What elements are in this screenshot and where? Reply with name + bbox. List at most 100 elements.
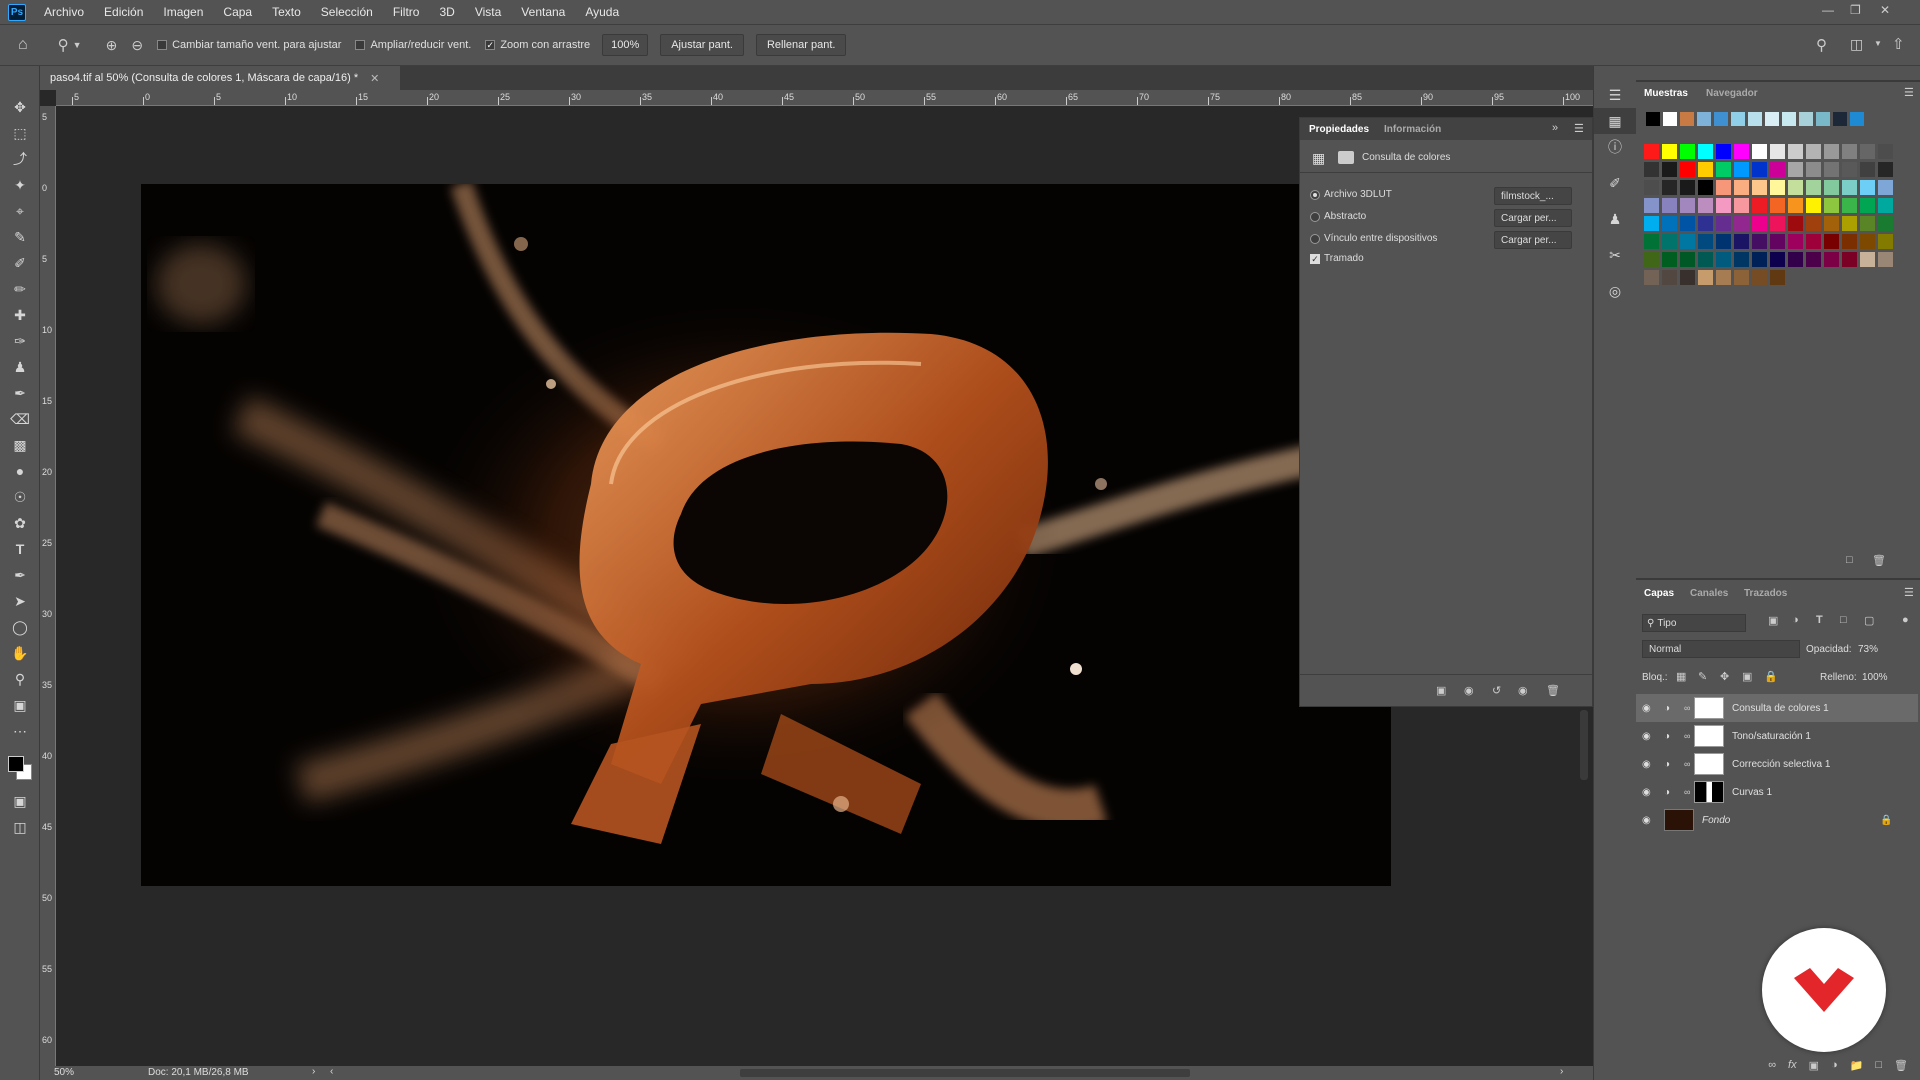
- ellipse-tool-icon[interactable]: ◯: [0, 614, 40, 640]
- swatch[interactable]: [1860, 198, 1875, 213]
- swatch[interactable]: [1680, 234, 1695, 249]
- swatch[interactable]: [1734, 216, 1749, 231]
- swatch[interactable]: [1697, 112, 1711, 126]
- swatch[interactable]: [1644, 180, 1659, 195]
- crop-tool-icon[interactable]: ⌖: [0, 198, 40, 224]
- swatch[interactable]: [1824, 234, 1839, 249]
- layer-row[interactable]: ◉ ◑ ∞ Tono/saturación 1: [1636, 722, 1918, 750]
- swatch[interactable]: [1770, 144, 1785, 159]
- eye-icon[interactable]: ◉: [1642, 759, 1664, 770]
- lock-artboard-icon[interactable]: ▣: [1742, 670, 1752, 683]
- lock-all-icon[interactable]: 🔒: [1764, 670, 1778, 683]
- swatch[interactable]: [1824, 144, 1839, 159]
- swatch[interactable]: [1716, 252, 1731, 267]
- tab-trazados[interactable]: Trazados: [1744, 588, 1787, 599]
- swatch[interactable]: [1799, 112, 1813, 126]
- dither-checkbox[interactable]: ✓: [1310, 254, 1320, 264]
- lasso-tool-icon[interactable]: ⤴: [0, 146, 40, 172]
- menu-imagen[interactable]: Imagen: [163, 5, 203, 19]
- swatch[interactable]: [1698, 252, 1713, 267]
- swatch[interactable]: [1806, 198, 1821, 213]
- swatch[interactable]: [1878, 144, 1893, 159]
- swatch[interactable]: [1752, 180, 1767, 195]
- swatch[interactable]: [1698, 270, 1713, 285]
- stamp-tool-icon[interactable]: ♟: [0, 354, 40, 380]
- swatch[interactable]: [1748, 112, 1762, 126]
- healing-tool-icon[interactable]: ✚: [0, 302, 40, 328]
- tab-capas[interactable]: Capas: [1644, 588, 1674, 599]
- swatch[interactable]: [1806, 162, 1821, 177]
- menu-texto[interactable]: Texto: [272, 5, 301, 19]
- restore-icon[interactable]: ❐: [1850, 3, 1861, 17]
- new-swatch-icon[interactable]: □: [1846, 554, 1853, 566]
- dodge-tool-icon[interactable]: ☉: [0, 484, 40, 510]
- swatch[interactable]: [1878, 234, 1893, 249]
- layer-row[interactable]: ◉ ◑ ∞ Consulta de colores 1: [1636, 694, 1918, 722]
- swatch[interactable]: [1842, 162, 1857, 177]
- swatch[interactable]: [1734, 162, 1749, 177]
- blur-tool-icon[interactable]: ●: [0, 458, 40, 484]
- abstract-dropdown[interactable]: Cargar per...: [1494, 209, 1572, 227]
- close-tab-icon[interactable]: ✕: [370, 72, 379, 85]
- swatch[interactable]: [1680, 180, 1695, 195]
- swatch[interactable]: [1878, 198, 1893, 213]
- filter-type-icon[interactable]: T: [1816, 614, 1823, 626]
- swatch[interactable]: [1734, 180, 1749, 195]
- swatch[interactable]: [1752, 162, 1767, 177]
- fill-screen-button[interactable]: Rellenar pant.: [755, 34, 847, 56]
- blend-mode-dropdown[interactable]: Normal: [1642, 640, 1800, 658]
- history-brush-icon[interactable]: ✒: [0, 380, 40, 406]
- swatch[interactable]: [1806, 252, 1821, 267]
- color-swatches[interactable]: [0, 744, 39, 788]
- link-icon[interactable]: ∞: [1684, 759, 1694, 769]
- filter-shape-icon[interactable]: □: [1840, 614, 1847, 626]
- add-mask-icon[interactable]: ▣: [1809, 1059, 1819, 1072]
- swatch[interactable]: [1788, 234, 1803, 249]
- filter-pixel-icon[interactable]: ▣: [1768, 614, 1778, 627]
- type-tool-icon[interactable]: T: [0, 536, 40, 562]
- swatch[interactable]: [1662, 234, 1677, 249]
- menu-capa[interactable]: Capa: [223, 5, 252, 19]
- layer-mask-icon[interactable]: [1338, 151, 1354, 164]
- eye-icon[interactable]: ◉: [1642, 731, 1664, 742]
- magic-wand-tool-icon[interactable]: ✦: [0, 172, 40, 198]
- view-previous-icon[interactable]: ◉: [1464, 684, 1474, 697]
- scroll-left-icon[interactable]: ‹: [330, 1066, 333, 1077]
- resize-windows-checkbox[interactable]: Cambiar tamaño vent. para ajustar: [157, 39, 341, 51]
- swatch[interactable]: [1716, 270, 1731, 285]
- swatch[interactable]: [1878, 162, 1893, 177]
- swatch[interactable]: [1644, 252, 1659, 267]
- swatch[interactable]: [1770, 252, 1785, 267]
- chevron-down-icon[interactable]: ▼: [73, 40, 82, 50]
- swatch[interactable]: [1770, 180, 1785, 195]
- swatch[interactable]: [1788, 162, 1803, 177]
- horizontal-scrollbar[interactable]: [740, 1069, 1190, 1077]
- swatch[interactable]: [1878, 180, 1893, 195]
- swatch[interactable]: [1662, 180, 1677, 195]
- swatch[interactable]: [1680, 270, 1695, 285]
- tab-propiedades[interactable]: Propiedades: [1309, 124, 1369, 135]
- swatch[interactable]: [1860, 180, 1875, 195]
- search-icon[interactable]: ⚲: [1816, 36, 1827, 54]
- lut-file-dropdown[interactable]: filmstock_...: [1494, 187, 1572, 205]
- trash-icon[interactable]: 🗑: [1872, 554, 1886, 567]
- collapse-icon[interactable]: »: [1552, 122, 1558, 134]
- swatch[interactable]: [1662, 144, 1677, 159]
- layer-filter-dropdown[interactable]: ⚲ Tipo: [1642, 614, 1746, 632]
- marquee-tool-icon[interactable]: ⬚: [0, 120, 40, 146]
- zoom-all-checkbox[interactable]: Ampliar/reducir vent.: [355, 39, 471, 51]
- swatch[interactable]: [1782, 112, 1796, 126]
- move-tool-icon[interactable]: ✥: [0, 94, 40, 120]
- swatch[interactable]: [1752, 270, 1767, 285]
- swatch[interactable]: [1644, 216, 1659, 231]
- swatch[interactable]: [1752, 216, 1767, 231]
- filter-adjustment-icon[interactable]: ◑: [1792, 614, 1799, 626]
- menu-edicion[interactable]: Edición: [104, 5, 143, 19]
- eyedropper-tool-icon[interactable]: ✎: [0, 224, 40, 250]
- eye-icon[interactable]: ◉: [1642, 815, 1664, 826]
- swatch[interactable]: [1788, 216, 1803, 231]
- swatch[interactable]: [1806, 144, 1821, 159]
- swatch[interactable]: [1850, 112, 1864, 126]
- link-icon[interactable]: ∞: [1684, 787, 1694, 797]
- swatch[interactable]: [1644, 270, 1659, 285]
